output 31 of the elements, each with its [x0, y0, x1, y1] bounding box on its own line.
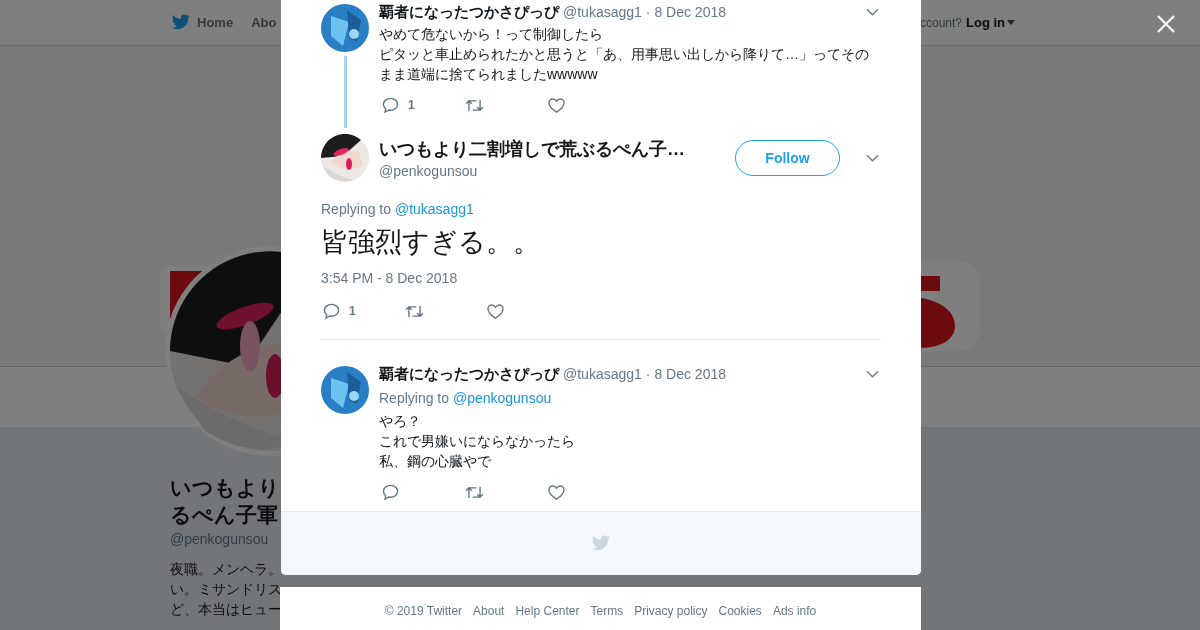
login-link[interactable]: Log in [966, 15, 1015, 30]
chevron-icon[interactable] [866, 370, 879, 378]
footer-link[interactable]: Cookies [718, 604, 762, 630]
author-name[interactable]: 覇者になったつかさぴっぴ [379, 364, 559, 384]
bird-icon [591, 535, 611, 552]
tweet-text: やろ？ これで男嫌いにならなかったら 私、鋼の心臓やで [379, 412, 576, 471]
footer-link[interactable]: Terms [590, 604, 624, 630]
like-icon[interactable] [548, 484, 565, 500]
profile-handle: @penkogunsou [170, 531, 270, 547]
author-handle[interactable]: @tukasagg1 [563, 366, 642, 382]
tweet-date[interactable]: · 8 Dec 2018 [645, 4, 726, 20]
footer-link[interactable]: About [473, 604, 505, 630]
footer-link[interactable]: Privacy policy [634, 604, 708, 630]
nav-link[interactable]: Abo [251, 15, 277, 30]
footer-link[interactable]: Ads info [772, 604, 817, 630]
author-name[interactable]: 覇者になったつかさぴっぴ [379, 2, 559, 22]
tweet-date[interactable]: · 8 Dec 2018 [645, 366, 726, 382]
close-icon[interactable] [1157, 15, 1175, 33]
footer-link[interactable]: © 2019 Twitter [384, 604, 463, 630]
account-prompt: ccount? [919, 15, 962, 30]
nav-link[interactable]: Home [197, 15, 234, 30]
chevron-icon[interactable] [866, 8, 879, 16]
caret-icon [1007, 20, 1015, 25]
author-handle[interactable]: @tukasagg1 [563, 4, 642, 20]
mention-link[interactable]: @penkogunsou [452, 390, 552, 406]
footer-link[interactable]: Help Center [515, 604, 580, 630]
retweet-icon[interactable] [465, 485, 484, 499]
bird-icon [171, 14, 191, 31]
replying-to-text: Replying to @penkogunsou [379, 389, 553, 407]
reply-icon[interactable] [382, 484, 399, 500]
profile-name: いつもより るぺん子軍 [170, 475, 281, 528]
